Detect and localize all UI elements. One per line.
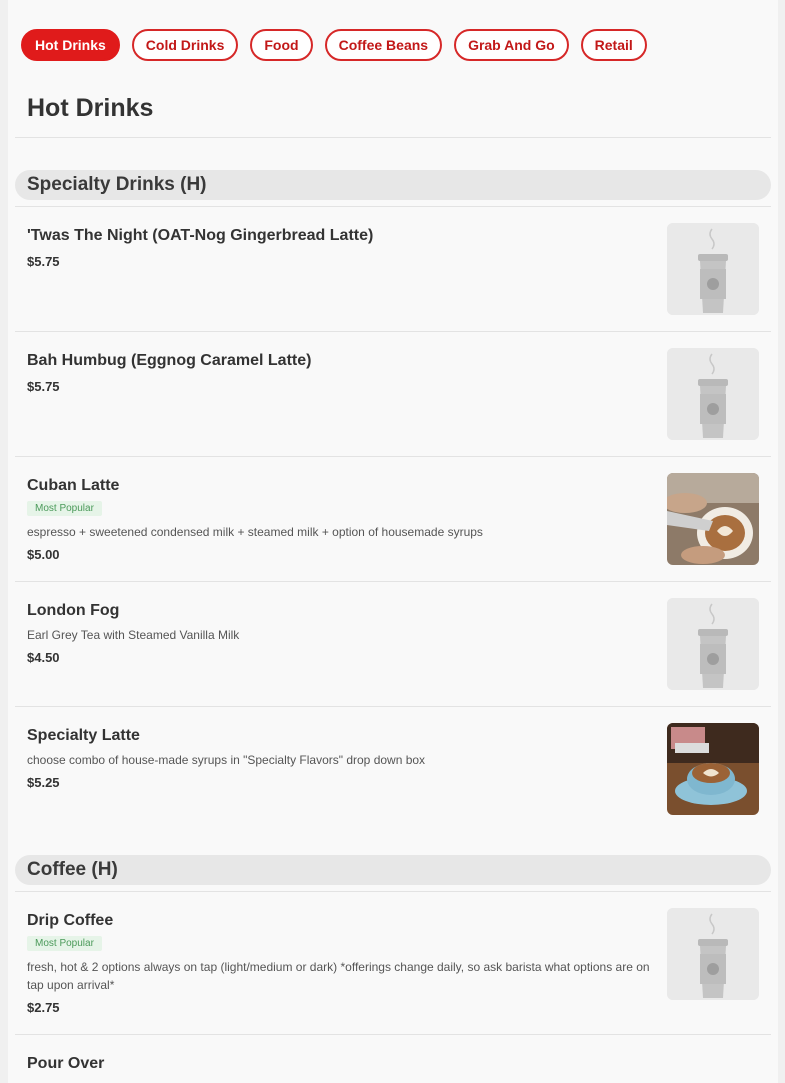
tab-retail[interactable]: Retail [580,29,647,61]
divider [15,456,771,457]
latte-pour-photo [667,473,759,565]
cup-placeholder-icon [667,223,759,315]
menu-page: Hot Drinks Cold Drinks Food Coffee Beans… [8,0,778,1083]
tab-hot-drinks[interactable]: Hot Drinks [21,29,120,61]
divider [15,891,771,892]
page-title: Hot Drinks [27,94,154,122]
item-name: Drip Coffee [27,912,114,929]
menu-item[interactable]: Drip Coffee Most Popular fresh, hot & 2 … [15,908,771,1034]
tab-grab-and-go[interactable]: Grab And Go [454,29,569,61]
tab-food[interactable]: Food [250,29,313,61]
item-description: choose combo of house-made syrups in "Sp… [27,753,426,767]
menu-item[interactable]: Bah Humbug (Eggnog Caramel Latte) $5.75 [15,348,771,456]
item-price: $5.75 [27,379,60,394]
item-name: Pour Over [27,1055,105,1072]
cup-placeholder-icon [667,908,759,1000]
divider [15,331,771,332]
item-price: $4.50 [27,650,60,665]
menu-item[interactable]: 'Twas The Night (OAT-Nog Gingerbread Lat… [15,223,771,331]
latte-art-photo [667,723,759,815]
item-price: $5.00 [27,547,60,562]
tab-coffee-beans[interactable]: Coffee Beans [324,29,443,61]
section-header-specialty-drinks: Specialty Drinks (H) [15,170,771,200]
category-tabs: Hot Drinks Cold Drinks Food Coffee Beans… [21,29,647,61]
menu-item[interactable]: Specialty Latte choose combo of house-ma… [15,723,771,831]
item-name: Bah Humbug (Eggnog Caramel Latte) [27,352,312,369]
menu-item[interactable]: London Fog Earl Grey Tea with Steamed Va… [15,598,771,706]
item-description: fresh, hot & 2 options always on tap (li… [27,960,650,992]
item-price: $2.75 [27,1000,60,1015]
divider [15,137,771,138]
item-description: espresso + sweetened condensed milk + st… [27,525,483,539]
item-name: Cuban Latte [27,477,120,494]
divider [15,206,771,207]
item-name: 'Twas The Night (OAT-Nog Gingerbread Lat… [27,227,374,244]
divider [15,706,771,707]
item-price: $5.75 [27,254,60,269]
most-popular-badge: Most Popular [27,936,102,951]
menu-item[interactable]: Pour Over [15,1051,771,1083]
menu-item[interactable]: Cuban Latte Most Popular espresso + swee… [15,473,771,581]
item-name: Specialty Latte [27,727,140,744]
cup-placeholder-icon [667,598,759,690]
item-description: Earl Grey Tea with Steamed Vanilla Milk [27,628,240,642]
item-price: $5.25 [27,775,60,790]
item-name: London Fog [27,602,120,619]
section-header-coffee: Coffee (H) [15,855,771,885]
divider [15,1034,771,1035]
tab-cold-drinks[interactable]: Cold Drinks [131,29,239,61]
divider [15,581,771,582]
cup-placeholder-icon [667,348,759,440]
most-popular-badge: Most Popular [27,501,102,516]
